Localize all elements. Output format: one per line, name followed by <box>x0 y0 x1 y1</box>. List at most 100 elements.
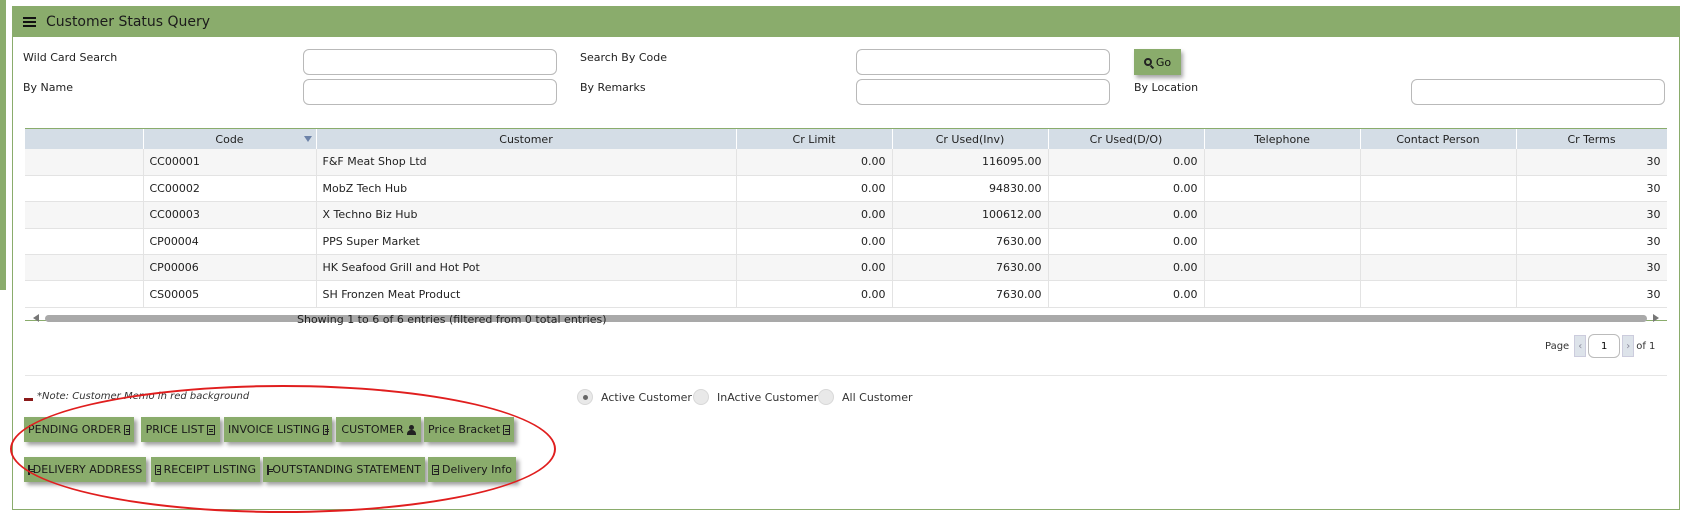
table-row[interactable]: CP00004 PPS Super Market 0.00 7630.00 0.… <box>25 228 1667 256</box>
price-bracket-button[interactable]: Price Bracket <box>424 417 514 442</box>
cell-cr-terms: 30 <box>1516 201 1667 229</box>
note-text: *Note: Customer Memo in red background <box>37 391 250 402</box>
sort-desc-icon[interactable] <box>303 136 312 142</box>
table-row[interactable]: CC00003 X Techno Biz Hub 0.00 100612.00 … <box>25 201 1667 229</box>
cell-select[interactable] <box>25 228 144 256</box>
pagination: Page ‹ › of 1 <box>1545 334 1655 358</box>
document-icon <box>124 424 130 435</box>
column-header-cr-used-inv[interactable]: Cr Used(Inv) <box>892 129 1049 149</box>
price-bracket-label: Price Bracket <box>428 423 501 436</box>
column-header-telephone[interactable]: Telephone <box>1204 129 1361 149</box>
column-header-cr-terms[interactable]: Cr Terms <box>1516 129 1667 149</box>
by-location-input[interactable] <box>1411 79 1665 105</box>
cell-cr-terms: 30 <box>1516 175 1667 203</box>
cell-contact-person <box>1360 254 1517 282</box>
cell-cr-limit: 0.00 <box>736 175 893 203</box>
receipt-listing-label: RECEIPT LISTING <box>163 463 256 476</box>
hamburger-menu-icon[interactable] <box>23 17 36 27</box>
column-header-select <box>25 129 144 149</box>
cell-contact-person <box>1360 228 1517 256</box>
by-location-label: By Location <box>1134 81 1199 94</box>
user-icon <box>406 424 416 435</box>
table-row[interactable]: CS00005 SH Fronzen Meat Product 0.00 763… <box>25 280 1667 308</box>
invoice-listing-button[interactable]: INVOICE LISTING <box>224 417 332 442</box>
cell-cr-terms: 30 <box>1516 254 1667 282</box>
radio-all-customer[interactable]: All Customer <box>818 389 913 405</box>
wildcard-search-label: Wild Card Search <box>23 51 118 64</box>
by-remarks-label: By Remarks <box>580 81 646 94</box>
cell-contact-person <box>1360 175 1517 203</box>
cell-select[interactable] <box>25 201 144 229</box>
wildcard-search-input[interactable] <box>303 49 557 75</box>
radio-inactive-indicator[interactable] <box>693 389 709 405</box>
column-header-customer[interactable]: Customer <box>316 129 737 149</box>
cell-code: CC00002 <box>143 175 317 203</box>
search-by-code-input[interactable] <box>856 49 1110 75</box>
cell-select[interactable] <box>25 175 144 203</box>
document-icon <box>322 424 330 435</box>
radio-all-indicator[interactable] <box>818 389 834 405</box>
scroll-right-arrow-icon[interactable] <box>1653 314 1659 322</box>
cell-contact-person <box>1360 201 1517 229</box>
radio-active-indicator[interactable] <box>577 389 593 405</box>
receipt-listing-button[interactable]: RECEIPT LISTING <box>151 457 260 482</box>
scroll-left-arrow-icon[interactable] <box>33 314 39 322</box>
by-name-label: By Name <box>23 81 74 94</box>
prev-page-button[interactable]: ‹ <box>1574 335 1587 357</box>
panel-header: Customer Status Query <box>13 7 1679 37</box>
cell-cr-limit: 0.00 <box>736 201 893 229</box>
column-header-cr-used-do[interactable]: Cr Used(D/O) <box>1048 129 1205 149</box>
scrollbar-thumb[interactable] <box>45 315 1647 322</box>
customer-memo-note: *Note: Customer Memo in red background <box>24 391 249 402</box>
cell-customer: MobZ Tech Hub <box>316 175 737 203</box>
cell-customer: SH Fronzen Meat Product <box>316 280 737 308</box>
invoice-listing-label: INVOICE LISTING <box>228 423 320 436</box>
table-row[interactable]: CC00002 MobZ Tech Hub 0.00 94830.00 0.00… <box>25 175 1667 203</box>
radio-inactive-customer[interactable]: InActive Customer <box>693 389 818 405</box>
price-list-button[interactable]: PRICE LIST <box>141 417 220 442</box>
cell-customer: X Techno Biz Hub <box>316 201 737 229</box>
by-remarks-input[interactable] <box>856 79 1110 105</box>
column-header-contact-person[interactable]: Contact Person <box>1360 129 1517 149</box>
pending-order-label: PENDING ORDER <box>28 423 122 436</box>
cell-cr-used-do: 0.00 <box>1048 254 1205 282</box>
go-button[interactable]: Go <box>1134 49 1181 75</box>
document-icon <box>503 424 510 435</box>
cell-cr-terms: 30 <box>1516 280 1667 308</box>
customer-button[interactable]: CUSTOMER <box>336 417 421 442</box>
delivery-address-label: DELIVERY ADDRESS <box>32 463 143 476</box>
cell-cr-terms: 30 <box>1516 149 1667 176</box>
customer-grid: Code Customer Cr Limit Cr Used(Inv) Cr U… <box>25 128 1667 321</box>
by-name-input[interactable] <box>303 79 557 105</box>
cell-telephone <box>1204 149 1361 176</box>
page-number-input[interactable] <box>1588 334 1621 358</box>
cell-telephone <box>1204 201 1361 229</box>
cell-select[interactable] <box>25 280 144 308</box>
delivery-info-button[interactable]: Delivery Info <box>428 457 516 482</box>
cell-code: CP00006 <box>143 254 317 282</box>
cell-cr-limit: 0.00 <box>736 254 893 282</box>
cell-customer: F&F Meat Shop Ltd <box>316 149 737 176</box>
pending-order-button[interactable]: PENDING ORDER <box>24 417 134 442</box>
cell-cr-limit: 0.00 <box>736 228 893 256</box>
column-header-cr-limit[interactable]: Cr Limit <box>736 129 893 149</box>
next-page-button[interactable]: › <box>1622 335 1635 357</box>
page-label: Page <box>1545 340 1570 352</box>
cell-select[interactable] <box>25 254 144 282</box>
table-header-row: Code Customer Cr Limit Cr Used(Inv) Cr U… <box>25 129 1667 149</box>
cell-cr-used-inv: 7630.00 <box>892 280 1049 308</box>
table-row[interactable]: CC00001 F&F Meat Shop Ltd 0.00 116095.00… <box>25 149 1667 176</box>
outstanding-statement-button[interactable]: OUTSTANDING STATEMENT <box>263 457 425 482</box>
outstanding-statement-label: OUTSTANDING STATEMENT <box>272 463 421 476</box>
cell-cr-used-inv: 7630.00 <box>892 228 1049 256</box>
cell-cr-used-inv: 100612.00 <box>892 201 1049 229</box>
table-row[interactable]: CP00006 HK Seafood Grill and Hot Pot 0.0… <box>25 254 1667 282</box>
cell-cr-used-inv: 7630.00 <box>892 254 1049 282</box>
horizontal-scrollbar[interactable] <box>25 312 1667 324</box>
column-header-code[interactable]: Code <box>143 129 317 149</box>
delivery-address-button[interactable]: DELIVERY ADDRESS <box>24 457 146 482</box>
cell-customer: PPS Super Market <box>316 228 737 256</box>
cell-cr-used-do: 0.00 <box>1048 280 1205 308</box>
cell-select[interactable] <box>25 149 144 176</box>
radio-active-customer[interactable]: Active Customer <box>577 389 692 405</box>
